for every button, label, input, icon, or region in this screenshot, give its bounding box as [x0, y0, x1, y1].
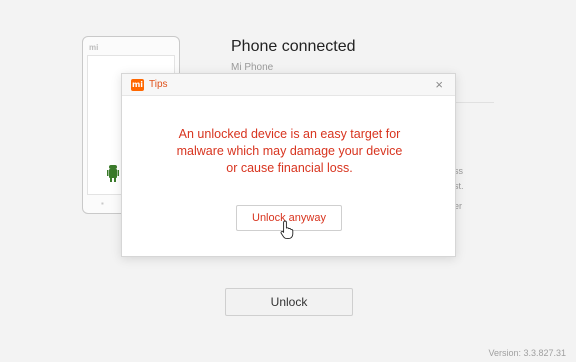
android-robot-icon: [107, 165, 119, 182]
version-label: Version: 3.3.827.31: [488, 348, 566, 358]
warning-line: An unlocked device is an easy target for: [178, 127, 401, 141]
phone-logo: mi: [89, 43, 99, 52]
warning-message: An unlocked device is an easy target for…: [142, 126, 437, 177]
menu-key-icon: ▪: [101, 199, 104, 208]
page-title: Phone connected: [231, 38, 356, 55]
mi-logo-icon: mi: [131, 79, 144, 91]
dialog-title: Tips: [149, 79, 168, 90]
hand-cursor-icon: [280, 220, 294, 240]
unlock-button[interactable]: Unlock: [225, 288, 353, 316]
device-name: Mi Phone: [231, 62, 274, 73]
close-icon[interactable]: ×: [435, 78, 443, 92]
dialog-header: mi Tips ×: [122, 74, 455, 96]
warning-line: or cause financial loss.: [226, 161, 353, 175]
warning-line: malware which may damage your device: [176, 144, 403, 158]
